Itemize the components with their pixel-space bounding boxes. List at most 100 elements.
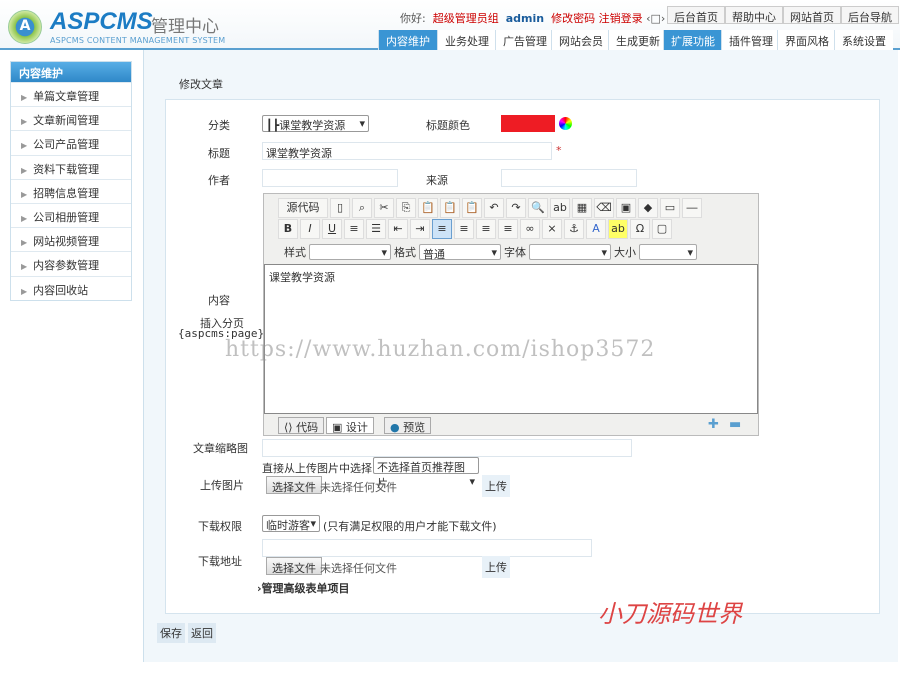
title-input[interactable]: 课堂教学资源 — [262, 142, 552, 160]
sidebar-item[interactable]: ▶ 资料下载管理 — [11, 154, 131, 179]
tab-members[interactable]: 网站会员 — [551, 30, 610, 50]
content-label: 内容 — [208, 294, 230, 307]
ordered-list-icon[interactable]: ≡ — [344, 219, 364, 239]
table-icon[interactable]: ▦ — [572, 198, 592, 218]
source-label: 来源 — [426, 174, 448, 187]
sidebar-item[interactable]: ▶ 文章新闻管理 — [11, 106, 131, 131]
eraser-icon[interactable]: ⌫ — [594, 198, 614, 218]
logout-link[interactable]: 注销登录 — [599, 12, 643, 25]
tab-plugins[interactable]: 插件管理 — [721, 30, 780, 50]
italic-icon[interactable]: I — [300, 219, 320, 239]
source-code-button[interactable]: 源代码 — [278, 198, 328, 218]
replace-icon[interactable]: ab — [550, 198, 570, 218]
title-color-input[interactable] — [501, 115, 555, 132]
sidebar-item[interactable]: ▶ 公司相册管理 — [11, 202, 131, 228]
indent-icon[interactable]: ⇥ — [410, 219, 430, 239]
sidebar-item-label: 内容参数管理 — [33, 259, 100, 273]
special-char-icon[interactable]: Ω — [630, 219, 650, 239]
upload-button-2[interactable]: 上传 — [482, 556, 510, 578]
sidebar-item[interactable]: ▶ 内容回收站 — [11, 275, 131, 300]
flash-icon[interactable]: ◆ — [638, 198, 658, 218]
expand-icon[interactable]: ✚ — [708, 417, 719, 432]
find-icon[interactable]: 🔍 — [528, 198, 548, 218]
bold-icon[interactable]: B — [278, 219, 298, 239]
cut-icon[interactable]: ✂ — [374, 198, 394, 218]
toggle-icon[interactable]: ‹□› — [646, 12, 665, 25]
author-input[interactable] — [262, 169, 398, 187]
site-home-button[interactable]: 网站首页 — [783, 6, 841, 24]
color-picker-icon[interactable] — [559, 117, 572, 130]
admin-nav-button[interactable]: 后台导航 — [841, 6, 899, 24]
preview-mode-tab[interactable]: ● 预览 — [384, 417, 432, 434]
tab-style[interactable]: 界面风格 — [777, 30, 836, 50]
choose-file-button-2[interactable]: 选择文件 — [266, 557, 322, 575]
sidebar-item[interactable]: ▶ 网站视频管理 — [11, 227, 131, 252]
advanced-fields-link[interactable]: ›管理高级表单项目 — [257, 580, 350, 596]
align-right-icon[interactable]: ≡ — [476, 219, 496, 239]
help-button[interactable]: 帮助中心 — [725, 6, 783, 24]
align-center-icon[interactable]: ≡ — [454, 219, 474, 239]
paste-icon[interactable]: 📋 — [418, 198, 438, 218]
shrink-icon[interactable]: ▬ — [729, 417, 741, 432]
paste-text-icon[interactable]: 📋 — [440, 198, 460, 218]
copy-icon[interactable]: ⎘ — [396, 198, 416, 218]
tab-ads[interactable]: 广告管理 — [495, 30, 554, 50]
hr-icon[interactable]: ― — [682, 198, 702, 218]
greeting: 你好: — [400, 12, 426, 25]
style-select[interactable]: ▾ — [309, 244, 391, 260]
sidebar-item[interactable]: ▶ 单篇文章管理 — [11, 82, 131, 107]
new-page-icon[interactable]: ▯ — [330, 198, 350, 218]
sidebar-item[interactable]: ▶ 招聘信息管理 — [11, 178, 131, 203]
arrow-icon: ▶ — [21, 141, 28, 151]
text-color-icon[interactable]: A — [586, 219, 606, 239]
format-select[interactable]: 普通 ▾ — [419, 244, 501, 261]
code-mode-tab[interactable]: ⟨⟩ 代码 — [278, 417, 325, 434]
permission-select[interactable]: 临时游客 ▾ — [262, 515, 320, 532]
download-url-input[interactable] — [262, 539, 592, 557]
dropdown-icon: ▾ — [601, 246, 607, 259]
sidebar-item[interactable]: ▶ 公司产品管理 — [11, 130, 131, 155]
font-label: 字体 — [504, 246, 526, 259]
paste-word-icon[interactable]: 📋 — [462, 198, 482, 218]
tab-extensions[interactable]: 扩展功能 — [663, 30, 722, 50]
tab-generate[interactable]: 生成更新 — [608, 30, 667, 50]
pick-image-select[interactable]: 不选择首页推荐图片 ▾ — [373, 457, 479, 490]
tab-content[interactable]: 内容维护 — [378, 30, 437, 50]
size-select[interactable]: ▾ — [639, 244, 697, 260]
save-button[interactable]: 保存 — [157, 623, 185, 643]
tab-business[interactable]: 业务处理 — [437, 30, 496, 50]
sidebar-item[interactable]: ▶ 内容参数管理 — [11, 251, 131, 276]
required-mark: * — [556, 144, 562, 157]
page-title: 修改文章 — [179, 78, 223, 91]
admin-home-button[interactable]: 后台首页 — [667, 6, 725, 24]
media-icon[interactable]: ▭ — [660, 198, 680, 218]
link-icon[interactable]: ∞ — [520, 219, 540, 239]
thumbnail-input[interactable] — [262, 439, 632, 457]
underline-icon[interactable]: U — [322, 219, 342, 239]
username: admin — [505, 12, 545, 25]
fullscreen-icon[interactable]: ▢ — [652, 219, 672, 239]
choose-file-button[interactable]: 选择文件 — [266, 476, 322, 494]
redo-icon[interactable]: ↷ — [506, 198, 526, 218]
back-button[interactable]: 返回 — [188, 623, 216, 643]
tab-settings[interactable]: 系统设置 — [834, 30, 893, 50]
change-password-link[interactable]: 修改密码 — [551, 12, 595, 25]
outdent-icon[interactable]: ⇤ — [388, 219, 408, 239]
unlink-icon[interactable]: ⨯ — [542, 219, 562, 239]
bullet-list-icon[interactable]: ☰ — [366, 219, 386, 239]
source-input[interactable] — [501, 169, 637, 187]
upload-button[interactable]: 上传 — [482, 475, 510, 497]
preview-icon[interactable]: ⌕ — [352, 198, 372, 218]
bg-color-icon[interactable]: ab — [608, 219, 628, 239]
upload-image-label: 上传图片 — [200, 479, 244, 492]
no-file-text-2: 未选择任何文件 — [320, 562, 397, 575]
anchor-icon[interactable]: ⚓ — [564, 219, 584, 239]
design-mode-tab[interactable]: ▣ 设计 — [326, 417, 374, 434]
arrow-icon: ▶ — [21, 165, 28, 175]
align-left-icon[interactable]: ≡ — [432, 219, 452, 239]
image-icon[interactable]: ▣ — [616, 198, 636, 218]
justify-icon[interactable]: ≡ — [498, 219, 518, 239]
undo-icon[interactable]: ↶ — [484, 198, 504, 218]
category-select[interactable]: ┃┣课堂教学资源 ▾ — [262, 115, 369, 132]
font-select[interactable]: ▾ — [529, 244, 611, 260]
